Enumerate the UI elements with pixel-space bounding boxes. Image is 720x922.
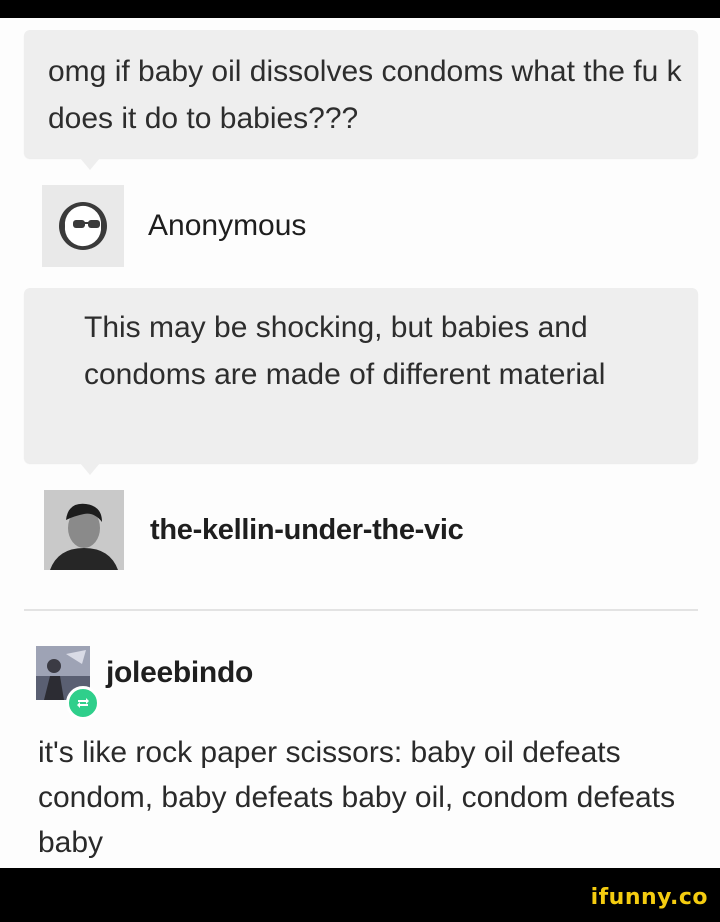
- reblogger-name[interactable]: joleebindo: [106, 656, 253, 690]
- reblog-text: it's like rock paper scissors: baby oil …: [38, 736, 676, 859]
- ifunny-watermark: ifunny.co: [590, 885, 708, 910]
- question-bubble: omg if baby oil dissolves condoms what t…: [24, 30, 698, 170]
- reblogger-avatar[interactable]: [36, 646, 100, 720]
- asker-name[interactable]: Anonymous: [148, 209, 306, 243]
- answer-bubble: This may be shocking, but babies and con…: [24, 288, 698, 475]
- post-screenshot: omg if baby oil dissolves condoms what t…: [0, 18, 720, 868]
- reblog-header: joleebindo: [36, 646, 253, 720]
- asker-avatar[interactable]: [42, 185, 124, 267]
- question-text: omg if baby oil dissolves condoms what t…: [48, 55, 682, 135]
- answer-text: This may be shocking, but babies and con…: [84, 311, 606, 391]
- asker-row: Anonymous: [42, 184, 306, 268]
- answerer-name[interactable]: the-kellin-under-the-vic: [150, 514, 464, 547]
- reblog-badge: [66, 686, 100, 720]
- reblog-icon: [77, 698, 89, 708]
- divider: [24, 609, 698, 611]
- anonymous-sunglasses-icon: [59, 202, 107, 250]
- answerer-avatar[interactable]: [44, 490, 124, 570]
- person-photo-icon: [44, 490, 124, 570]
- answerer-row: the-kellin-under-the-vic: [44, 488, 464, 572]
